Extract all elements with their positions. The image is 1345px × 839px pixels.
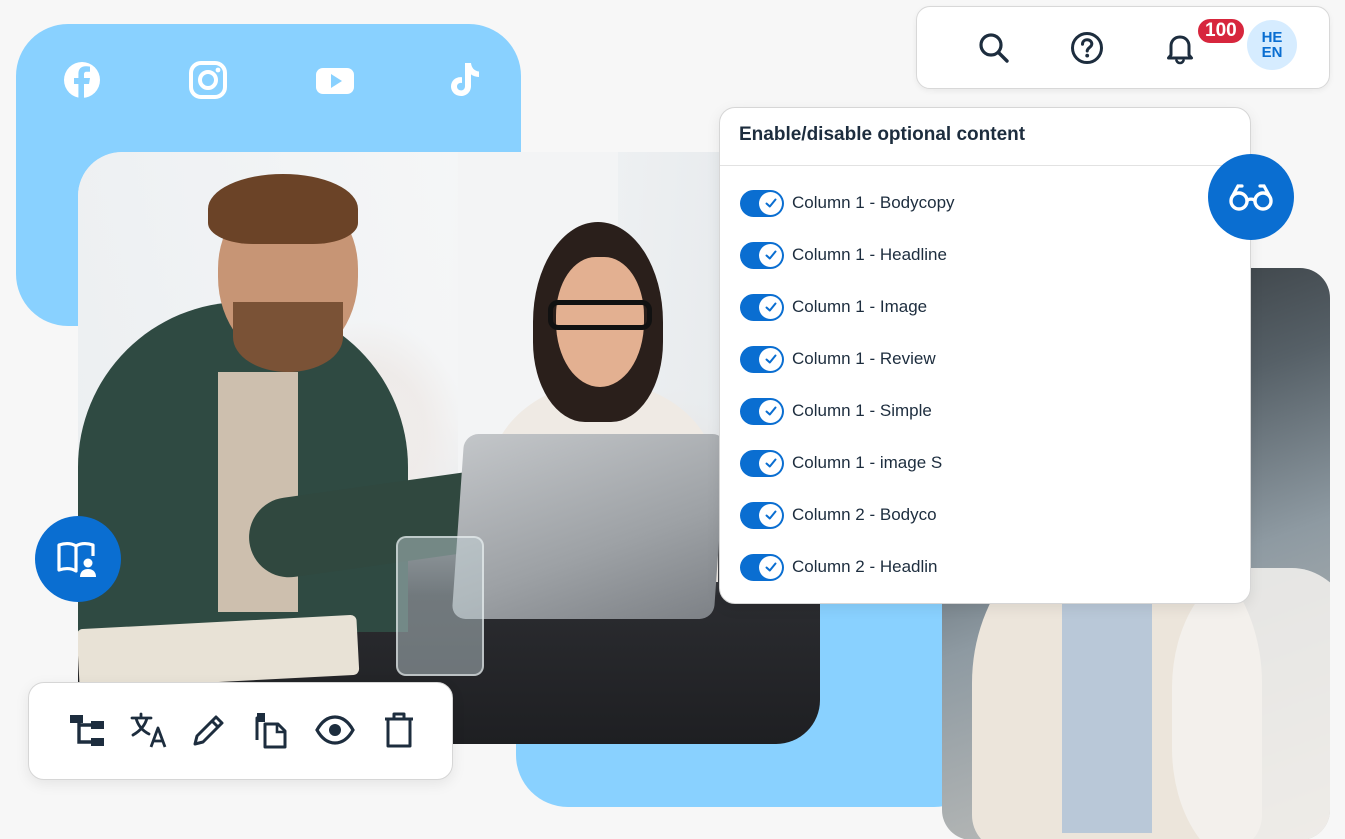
top-navigation-bar: 100 HE EN xyxy=(916,6,1330,89)
optional-content-item: Column 2 - Bodyco xyxy=(740,500,937,530)
optional-content-item: Column 1 - Simple xyxy=(740,396,932,426)
optional-content-item: Column 1 - Review xyxy=(740,344,936,374)
check-icon xyxy=(765,510,776,520)
toggle-label: Column 1 - image S xyxy=(792,453,943,472)
content-toggle[interactable] xyxy=(740,189,784,217)
check-icon xyxy=(765,562,776,572)
notification-badge: 100 xyxy=(1196,17,1246,45)
toggle-knob xyxy=(759,243,782,267)
check-icon xyxy=(765,250,776,260)
check-icon xyxy=(765,458,776,468)
language-secondary: EN xyxy=(1261,44,1283,61)
reader-button[interactable] xyxy=(35,516,121,602)
content-toggle[interactable] xyxy=(740,449,784,477)
toggle-knob xyxy=(759,503,782,527)
instagram-icon[interactable] xyxy=(188,60,228,100)
content-toggle[interactable] xyxy=(740,553,784,581)
toggle-knob xyxy=(759,451,782,475)
toggle-knob xyxy=(759,399,782,423)
glasses-icon xyxy=(1229,184,1273,211)
youtube-icon[interactable] xyxy=(315,60,355,100)
content-toolbar xyxy=(28,682,453,780)
language-avatar[interactable]: HE EN xyxy=(1247,20,1297,70)
toggle-label: Column 1 - Review xyxy=(792,349,936,368)
optional-content-item: Column 1 - Headline xyxy=(740,240,947,270)
tiktok-icon[interactable] xyxy=(444,60,484,100)
content-toggle[interactable] xyxy=(740,241,784,269)
panel-divider xyxy=(720,165,1250,166)
language-primary: HE xyxy=(1261,29,1283,46)
check-icon xyxy=(765,406,776,416)
check-icon xyxy=(765,198,776,208)
team-laptop-photo xyxy=(78,152,820,744)
toggle-knob xyxy=(759,295,782,319)
facebook-icon[interactable] xyxy=(62,60,102,100)
edit-icon[interactable] xyxy=(189,710,229,750)
optional-content-item: Column 1 - Bodycopy xyxy=(740,188,955,218)
toggle-label: Column 1 - Simple xyxy=(792,401,932,420)
optional-content-panel: Enable/disable optional content Column 1… xyxy=(719,107,1251,604)
toggle-label: Column 2 - Bodyco xyxy=(792,505,937,524)
reader-book-icon xyxy=(57,542,96,577)
toggle-knob xyxy=(759,191,782,215)
optional-content-item: Column 2 - Headlin xyxy=(740,552,938,582)
optional-content-item: Column 1 - Image xyxy=(740,292,927,322)
toggle-label: Column 2 - Headlin xyxy=(792,557,938,576)
check-icon xyxy=(765,354,776,364)
toggle-knob xyxy=(759,347,782,371)
toggle-knob xyxy=(759,555,782,579)
content-toggle[interactable] xyxy=(740,345,784,373)
glasses-button[interactable] xyxy=(1208,154,1294,240)
copy-icon[interactable] xyxy=(251,710,291,750)
delete-icon[interactable] xyxy=(379,710,419,750)
search-icon[interactable] xyxy=(977,31,1011,65)
translate-icon[interactable] xyxy=(129,710,169,750)
optional-content-item: Column 1 - image S xyxy=(740,448,942,478)
check-icon xyxy=(765,302,776,312)
toggle-label: Column 1 - Image xyxy=(792,297,928,316)
content-toggle[interactable] xyxy=(740,501,784,529)
structure-icon[interactable] xyxy=(67,710,107,750)
toggle-label: Column 1 - Headline xyxy=(792,245,947,264)
content-toggle[interactable] xyxy=(740,397,784,425)
bell-icon[interactable] xyxy=(1163,31,1197,65)
preview-icon[interactable] xyxy=(315,710,355,750)
content-toggle[interactable] xyxy=(740,293,784,321)
panel-title: Enable/disable optional content xyxy=(739,124,1026,145)
toggle-label: Column 1 - Bodycopy xyxy=(792,193,955,212)
help-icon[interactable] xyxy=(1070,31,1104,65)
